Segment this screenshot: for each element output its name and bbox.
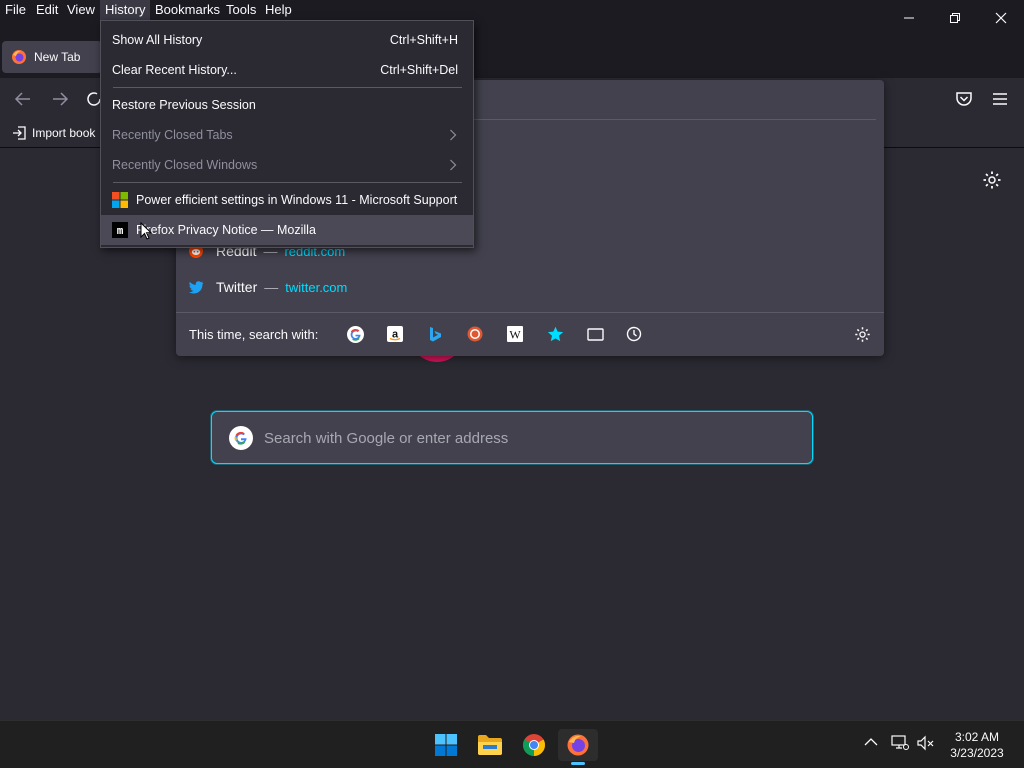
search-with-label: This time, search with: [189, 327, 319, 342]
restore-button[interactable] [932, 0, 978, 36]
search-input[interactable] [264, 426, 784, 450]
chrome-button[interactable] [514, 729, 554, 761]
start-button[interactable] [426, 729, 466, 761]
tab-label: New Tab [34, 50, 81, 64]
volume-muted-icon [917, 735, 934, 751]
close-button[interactable] [978, 0, 1024, 36]
mouse-cursor-icon [140, 222, 152, 240]
site-row-twitter[interactable]: Twitter — twitter.com [188, 273, 347, 301]
history-menu: Show All History Ctrl+Shift+H Clear Rece… [100, 20, 474, 248]
chevron-up-icon [864, 738, 878, 746]
menu-separator [113, 182, 462, 183]
show-hidden-icons-button[interactable] [864, 737, 878, 747]
menu-history[interactable]: History [100, 0, 151, 20]
clock-time: 3:02 AM [954, 730, 1000, 744]
chrome-icon [523, 734, 545, 756]
back-button[interactable] [14, 91, 32, 107]
firefox-icon [567, 734, 589, 756]
file-explorer-button[interactable] [470, 729, 510, 761]
chevron-right-icon [450, 159, 457, 171]
bing-icon[interactable] [426, 325, 444, 343]
menu-file[interactable]: File [0, 0, 31, 20]
svg-text:W: W [509, 328, 521, 342]
menu-view[interactable]: View [62, 0, 100, 20]
firefox-icon [12, 50, 26, 64]
network-button[interactable] [891, 735, 909, 751]
menu-bar: File Edit View History Bookmarks Tools H… [0, 0, 1024, 20]
folder-icon [478, 735, 502, 755]
app-menu-button[interactable] [992, 92, 1008, 106]
site-url: twitter.com [285, 279, 348, 295]
active-indicator [571, 762, 585, 765]
menu-item-label: Recently Closed Windows [112, 158, 258, 172]
restore-previous-session-item[interactable]: Restore Previous Session [101, 90, 473, 120]
twitter-icon [189, 281, 204, 294]
duckduckgo-icon[interactable] [466, 325, 484, 343]
page-settings-button[interactable] [982, 170, 1002, 190]
import-bookmarks-button[interactable]: Import book [12, 126, 95, 140]
recently-closed-tabs-item[interactable]: Recently Closed Tabs [101, 120, 473, 150]
menu-item-label: Clear Recent History... [112, 63, 237, 77]
pocket-button[interactable] [955, 91, 973, 107]
back-arrow-icon [14, 92, 30, 106]
forward-button[interactable] [51, 91, 69, 107]
show-all-history-item[interactable]: Show All History Ctrl+Shift+H [101, 25, 473, 55]
menu-item-label: Restore Previous Session [112, 98, 256, 112]
bookmarks-star-icon[interactable] [546, 325, 564, 343]
wikipedia-icon[interactable]: W [506, 325, 524, 343]
history-icon[interactable] [625, 325, 643, 343]
site-name: Twitter [216, 279, 258, 295]
tab-new-tab[interactable]: New Tab [2, 41, 102, 73]
recently-closed-windows-item[interactable]: Recently Closed Windows [101, 150, 473, 180]
menu-bookmarks[interactable]: Bookmarks [150, 0, 225, 20]
history-entry[interactable]: m Firefox Privacy Notice — Mozilla [101, 215, 473, 245]
menu-item-label: Recently Closed Tabs [112, 128, 233, 142]
search-box[interactable] [211, 411, 813, 464]
network-icon [891, 735, 909, 750]
google-icon[interactable] [346, 325, 364, 343]
forward-arrow-icon [53, 92, 69, 106]
menu-separator [113, 87, 462, 88]
minimize-icon [904, 17, 914, 19]
menu-item-shortcut: Ctrl+Shift+H [389, 33, 458, 47]
amazon-icon[interactable]: a [386, 325, 404, 343]
taskbar: 3:02 AM 3/23/2023 [0, 720, 1024, 768]
history-entry[interactable]: Power efficient settings in Windows 11 -… [101, 185, 473, 215]
clock[interactable]: 3:02 AM 3/23/2023 [944, 729, 1010, 761]
hamburger-icon [993, 93, 1007, 105]
clock-date: 3/23/2023 [950, 746, 1004, 760]
menu-edit[interactable]: Edit [31, 0, 63, 20]
gear-icon [983, 171, 1001, 189]
mozilla-icon: m [112, 222, 128, 238]
tabs-icon[interactable] [586, 325, 604, 343]
minimize-button[interactable] [886, 0, 932, 36]
volume-button[interactable] [917, 735, 935, 751]
svg-text:m: m [117, 224, 124, 237]
search-settings-button[interactable] [853, 325, 871, 343]
menu-tools[interactable]: Tools [221, 0, 261, 20]
menu-item-shortcut: Ctrl+Shift+Del [380, 63, 458, 77]
firefox-taskbar-button[interactable] [558, 729, 598, 765]
restore-icon [950, 13, 960, 23]
google-icon [229, 426, 253, 450]
history-entry-title: Firefox Privacy Notice — Mozilla [136, 223, 316, 237]
windows-logo-icon [435, 734, 457, 756]
chevron-right-icon [450, 129, 457, 141]
microsoft-icon [112, 192, 128, 208]
site-separator: — [264, 279, 279, 295]
history-entry-title: Power efficient settings in Windows 11 -… [136, 193, 458, 207]
menu-help[interactable]: Help [260, 0, 297, 20]
pocket-icon [956, 92, 972, 106]
clear-recent-history-item[interactable]: Clear Recent History... Ctrl+Shift+Del [101, 55, 473, 85]
close-icon [995, 12, 1007, 24]
gear-icon [854, 326, 870, 342]
import-bookmarks-label: Import book [32, 126, 96, 140]
search-with-bar: This time, search with: a W [176, 312, 884, 356]
menu-item-label: Show All History [112, 33, 203, 47]
import-icon [13, 126, 26, 140]
